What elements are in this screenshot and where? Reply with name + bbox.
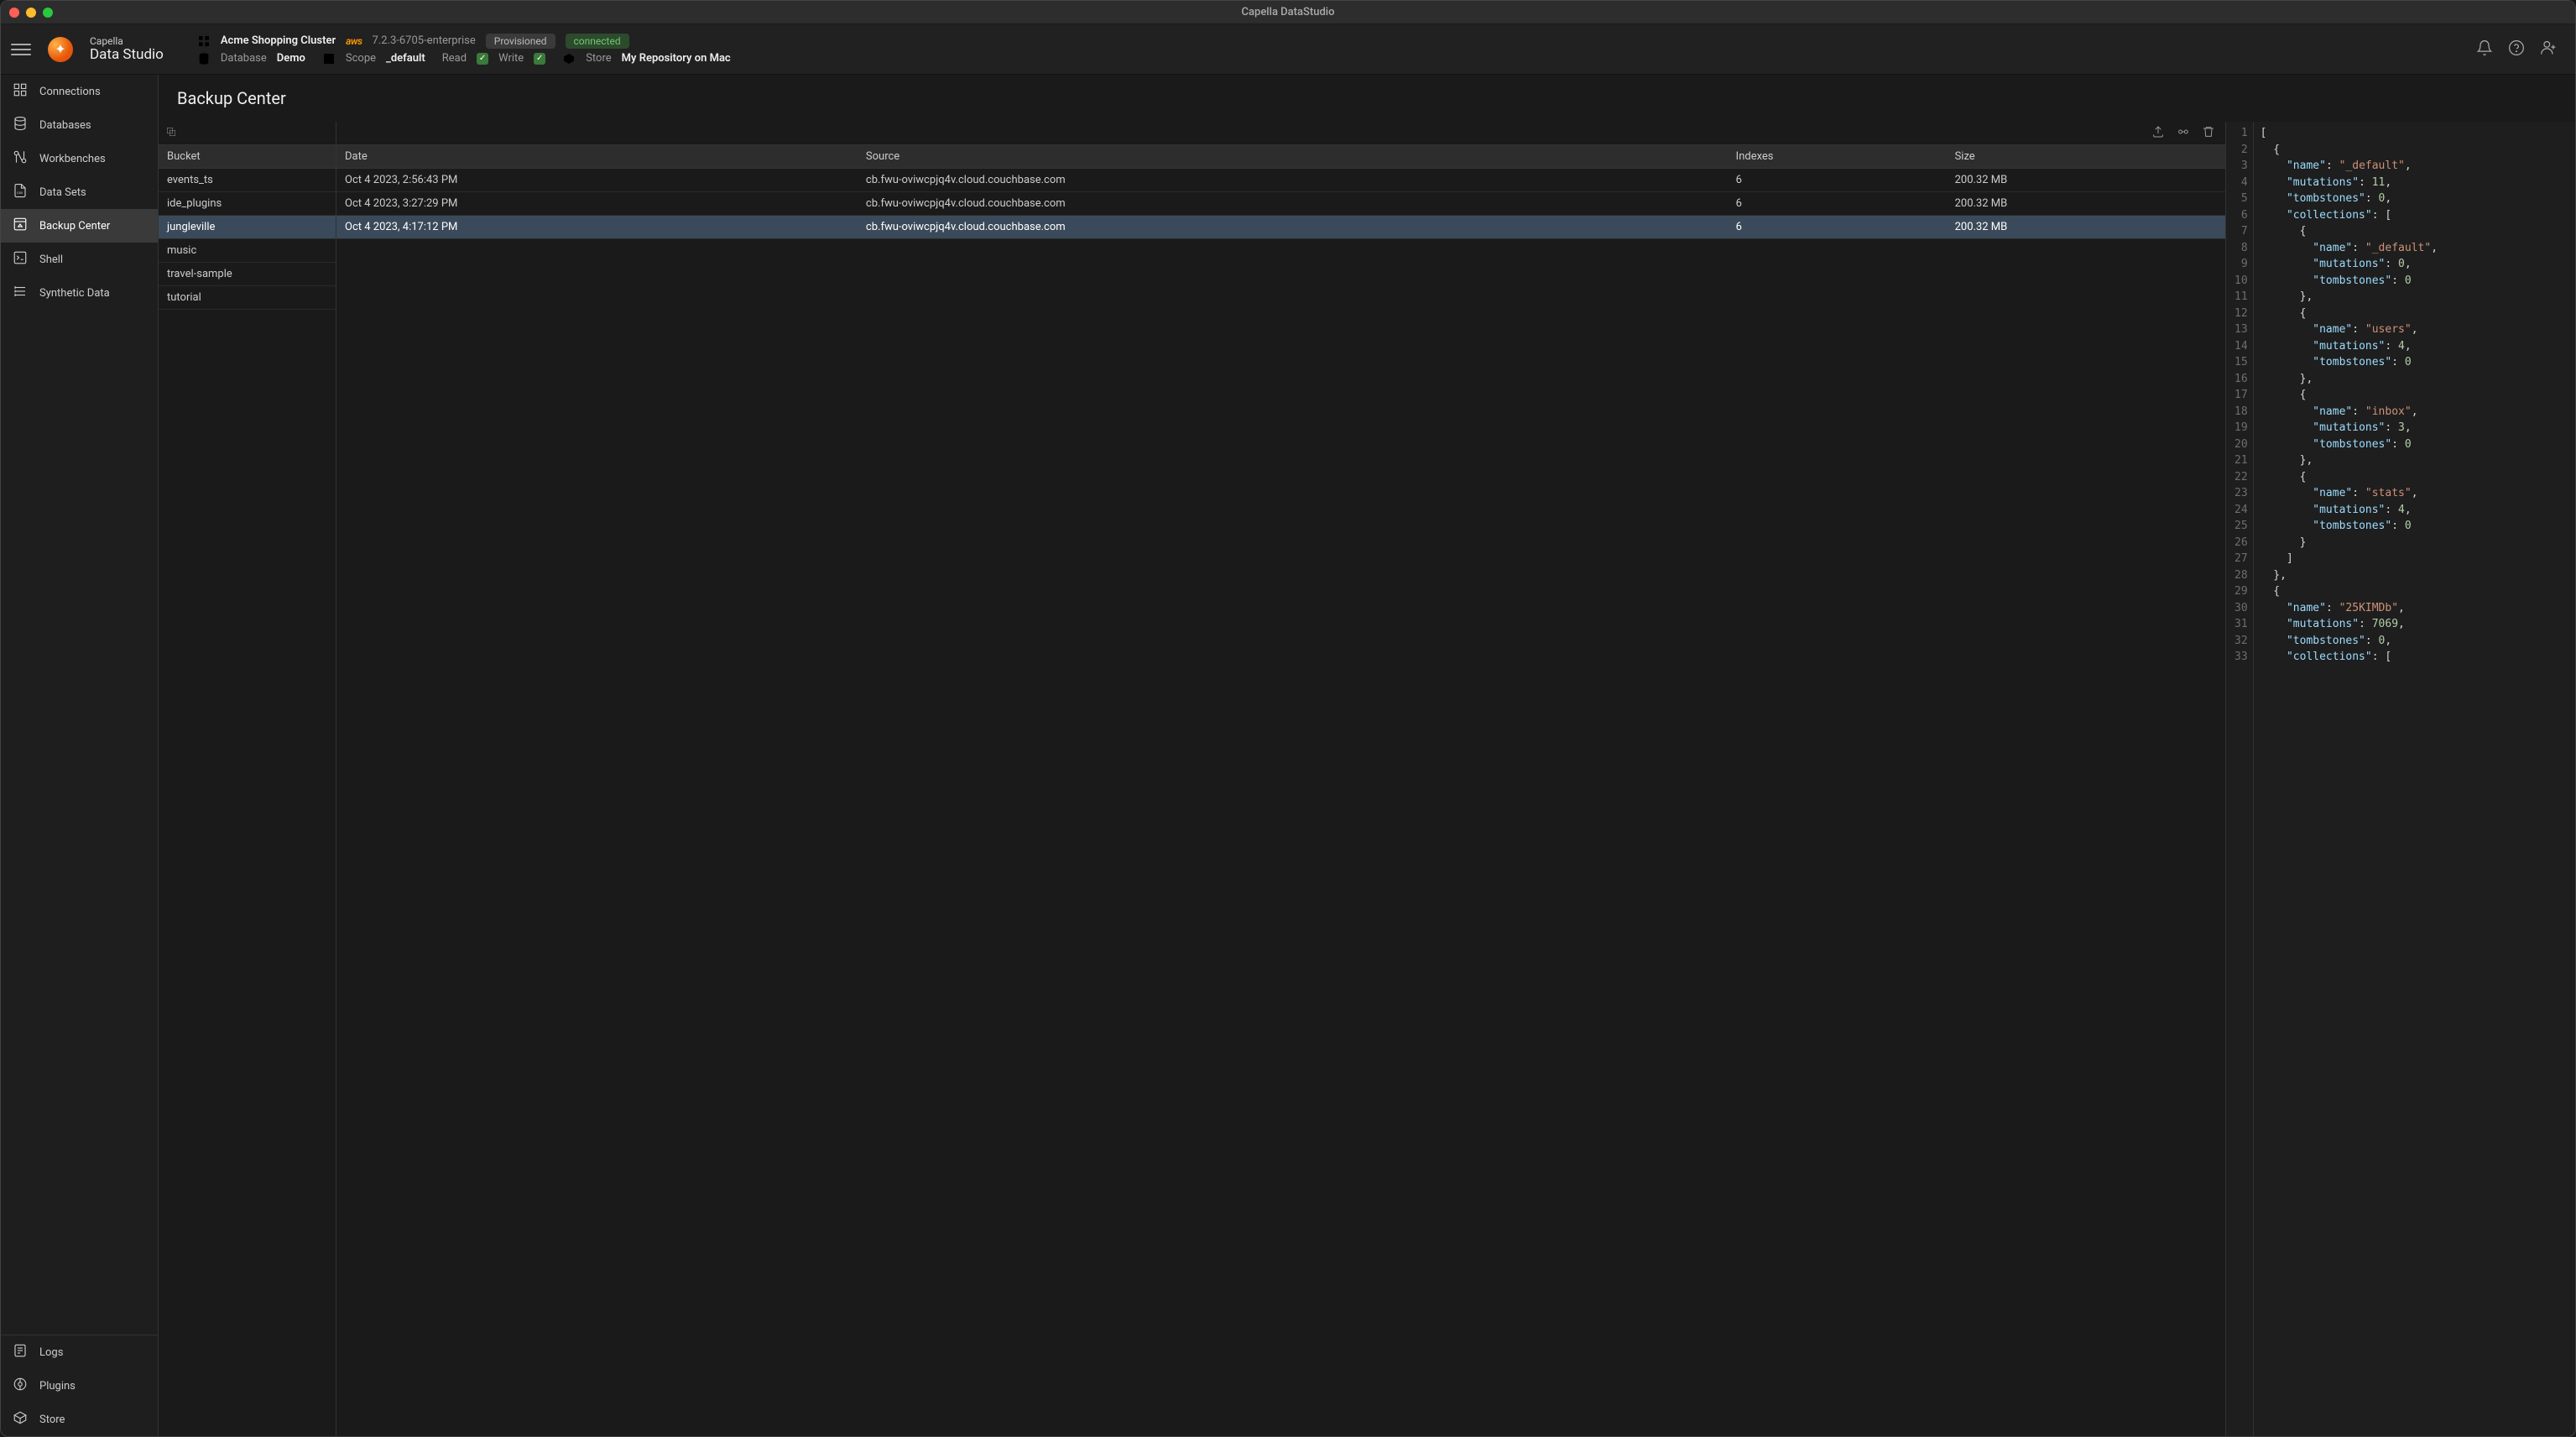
table-cell-indexes: 6: [1728, 169, 1947, 192]
table-cell-size: 200.32 MB: [1947, 169, 2225, 192]
sidebar-item-databases[interactable]: Databases: [1, 108, 158, 142]
store-value: My Repository on Mac: [622, 52, 731, 65]
backup-table-panel: DateSourceIndexesSize Oct 4 2023, 2:56:4…: [336, 122, 2226, 1436]
export-button[interactable]: [2151, 125, 2165, 142]
version-label: 7.2.3-6705-enterprise: [373, 34, 476, 47]
table-column-header[interactable]: Source: [858, 145, 1728, 169]
sidebar-item-store[interactable]: Store: [1, 1403, 158, 1436]
table-column-header[interactable]: Indexes: [1728, 145, 1947, 169]
sidebar-item-synthetic-data[interactable]: Synthetic Data: [1, 276, 158, 310]
sidebar-item-label: Databases: [39, 119, 91, 132]
sidebar: Connections Databases Workbenches csv Data S…: [1, 75, 159, 1436]
svg-text:csv: csv: [17, 191, 23, 196]
read-checkbox-icon: ✓: [477, 53, 488, 65]
link-button[interactable]: [2177, 125, 2190, 142]
bucket-row[interactable]: jungleville: [159, 216, 336, 239]
database-value: Demo: [277, 52, 305, 65]
table-cell-date: Oct 4 2023, 3:27:29 PM: [336, 192, 858, 216]
sidebar-item-label: Store: [39, 1413, 65, 1426]
provisioned-badge: Provisioned: [486, 34, 555, 49]
window-close-button[interactable]: [9, 8, 19, 18]
sidebar-item-label: Synthetic Data: [39, 287, 110, 300]
sidebar-icon: csv: [13, 183, 28, 201]
sidebar-item-shell[interactable]: Shell: [1, 243, 158, 276]
table-cell-size: 200.32 MB: [1947, 192, 2225, 216]
app-logo-icon: [48, 37, 73, 62]
table-cell-indexes: 6: [1728, 192, 1947, 216]
store-label: Store: [586, 52, 611, 65]
sidebar-item-label: Workbenches: [39, 153, 106, 165]
sidebar-icon: [13, 82, 28, 101]
sidebar-icon: [13, 217, 28, 235]
sidebar-icon: [13, 149, 28, 168]
sidebar-item-label: Connections: [39, 86, 101, 98]
bucket-row[interactable]: music: [159, 239, 336, 263]
scope-label: Scope: [346, 52, 376, 65]
bucket-row[interactable]: travel-sample: [159, 263, 336, 286]
sidebar-item-label: Shell: [39, 253, 63, 266]
cluster-icon: [197, 34, 211, 48]
database-icon: [197, 52, 211, 65]
cloud-provider-badge: aws: [346, 35, 362, 47]
sidebar-item-plugins[interactable]: Plugins: [1, 1369, 158, 1403]
read-label: Read: [442, 52, 467, 65]
sidebar-item-workbenches[interactable]: Workbenches: [1, 142, 158, 175]
brand-line1: Capella: [90, 36, 164, 47]
account-button[interactable]: [2540, 39, 2557, 60]
bucket-row[interactable]: tutorial: [159, 286, 336, 310]
menu-toggle-button[interactable]: [11, 39, 31, 60]
copy-icon[interactable]: [165, 126, 177, 141]
sidebar-icon: [13, 1343, 28, 1361]
help-button[interactable]: [2508, 39, 2525, 60]
database-label: Database: [221, 52, 267, 65]
sidebar-icon: [13, 1377, 28, 1395]
notifications-button[interactable]: [2476, 39, 2493, 60]
json-viewer[interactable]: 1234567891011121314151617181920212223242…: [2226, 122, 2575, 1436]
table-cell-source: cb.fwu-oviwcpjq4v.cloud.couchbase.com: [858, 216, 1728, 239]
table-cell-date: Oct 4 2023, 4:17:12 PM: [336, 216, 858, 239]
table-cell-indexes: 6: [1728, 216, 1947, 239]
sidebar-item-label: Data Sets: [39, 186, 86, 199]
table-cell-source: cb.fwu-oviwcpjq4v.cloud.couchbase.com: [858, 169, 1728, 192]
sidebar-icon: [13, 1410, 28, 1429]
table-row[interactable]: Oct 4 2023, 3:27:29 PMcb.fwu-oviwcpjq4v.…: [336, 192, 2225, 216]
scope-value: _default: [386, 52, 425, 65]
table-column-header[interactable]: Date: [336, 145, 858, 169]
app-brand: Capella Data Studio: [90, 36, 164, 63]
sidebar-icon: [13, 116, 28, 134]
table-column-header[interactable]: Size: [1947, 145, 2225, 169]
table-cell-date: Oct 4 2023, 2:56:43 PM: [336, 169, 858, 192]
sidebar-item-label: Logs: [39, 1346, 63, 1359]
app-header: Capella Data Studio Acme Shopping Cluste…: [1, 24, 2575, 75]
page-title: Backup Center: [159, 75, 2575, 122]
bucket-row[interactable]: ide_plugins: [159, 192, 336, 216]
window-title: Capella DataStudio: [1242, 6, 1335, 18]
titlebar: Capella DataStudio: [1, 1, 2575, 24]
delete-button[interactable]: [2202, 125, 2215, 142]
table-cell-size: 200.32 MB: [1947, 216, 2225, 239]
table-cell-source: cb.fwu-oviwcpjq4v.cloud.couchbase.com: [858, 192, 1728, 216]
sidebar-item-label: Plugins: [39, 1380, 76, 1393]
connected-badge: connected: [566, 34, 629, 49]
sidebar-item-data-sets[interactable]: csv Data Sets: [1, 175, 158, 209]
write-checkbox-icon: ✓: [534, 53, 545, 65]
sidebar-item-connections[interactable]: Connections: [1, 75, 158, 108]
store-icon: [562, 52, 576, 65]
write-label: Write: [498, 52, 524, 65]
sidebar-item-label: Backup Center: [39, 220, 110, 233]
sidebar-icon: [13, 284, 28, 302]
sidebar-icon: [13, 250, 28, 269]
sidebar-item-backup-center[interactable]: Backup Center: [1, 209, 158, 243]
window-maximize-button[interactable]: [43, 8, 53, 18]
bucket-column-header: Bucket: [159, 145, 336, 169]
table-row[interactable]: Oct 4 2023, 4:17:12 PMcb.fwu-oviwcpjq4v.…: [336, 216, 2225, 239]
window-minimize-button[interactable]: [26, 8, 36, 18]
brand-line2: Data Studio: [90, 47, 164, 63]
table-row[interactable]: Oct 4 2023, 2:56:43 PMcb.fwu-oviwcpjq4v.…: [336, 169, 2225, 192]
cluster-name: Acme Shopping Cluster: [221, 34, 336, 47]
sidebar-item-logs[interactable]: Logs: [1, 1335, 158, 1369]
bucket-row[interactable]: events_ts: [159, 169, 336, 192]
bucket-panel: Bucket events_tside_pluginsjunglevillemu…: [159, 122, 336, 1436]
scope-icon: [322, 52, 336, 65]
